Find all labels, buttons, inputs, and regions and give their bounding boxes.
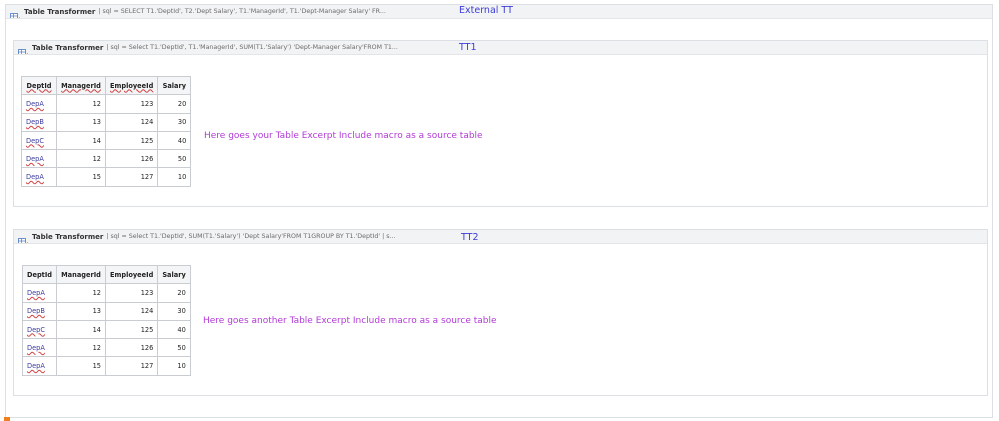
- table-cell[interactable]: DepA: [21, 167, 57, 187]
- macro-title: Table Transformer: [32, 232, 104, 241]
- table-cell: 20: [157, 94, 192, 114]
- table-cell: 50: [157, 149, 192, 169]
- table-cell: 12: [56, 94, 106, 114]
- macro-body: DeptId ManagerId EmployeeId Salary DepA …: [14, 55, 987, 206]
- table-cell: 124: [104, 112, 159, 132]
- table-cell: 10: [157, 167, 192, 187]
- table-cell: 15: [56, 167, 106, 187]
- table-cell: 10: [157, 356, 191, 376]
- macro-parameters: | sql = Select T1.'DeptId', T1.'ManagerI…: [106, 44, 398, 51]
- macro-body: DeptId ManagerId EmployeeId Salary DepA …: [14, 244, 987, 395]
- table-row: DepA 15 127 10: [22, 356, 191, 376]
- table-row: DepA 12 126 50: [21, 149, 192, 169]
- table-row: DepC 14 125 40: [22, 319, 191, 340]
- table-row: DepA 12 123 20: [22, 283, 191, 303]
- table-cell: 123: [104, 94, 159, 114]
- column-header: Salary: [157, 75, 192, 96]
- table-cell: 13: [56, 301, 106, 321]
- table-row: DepA 12 123 20: [21, 94, 192, 114]
- table-cell: 12: [56, 283, 106, 303]
- external-table-transformer-macro[interactable]: Table Transformer | sql = SELECT T1.'Dep…: [5, 4, 993, 418]
- table-cell[interactable]: DepA: [22, 338, 57, 358]
- table-row: DepB 13 124 30: [22, 301, 191, 321]
- table-transformer-icon: [18, 232, 29, 243]
- source-table-placeholder: Here goes your Table Excerpt Include mac…: [204, 131, 483, 141]
- macro-title: Table Transformer: [32, 43, 104, 52]
- column-header: ManagerId: [56, 75, 106, 96]
- table-cell: 40: [157, 130, 192, 151]
- table-cell: 123: [104, 283, 159, 303]
- macro-title: Table Transformer: [24, 7, 96, 16]
- table-cell[interactable]: DepA: [21, 149, 57, 169]
- table-cell[interactable]: DepC: [21, 130, 57, 151]
- table-cell: 15: [56, 356, 106, 376]
- table-cell: 126: [104, 149, 159, 169]
- table-cell: 125: [104, 130, 159, 151]
- table-cell: 127: [104, 356, 159, 376]
- column-header: DeptId: [21, 75, 57, 96]
- table-row: DepC 14 125 40: [21, 130, 192, 151]
- table-cell: 126: [104, 338, 159, 358]
- table-cell: 14: [56, 130, 106, 151]
- source-table: DeptId ManagerId EmployeeId Salary DepA …: [21, 75, 192, 187]
- table-cell: 30: [157, 112, 192, 132]
- table-cell[interactable]: DepA: [22, 283, 57, 303]
- table-cell[interactable]: DepB: [22, 301, 57, 321]
- table-cell: 13: [56, 112, 106, 132]
- table-transformer-icon: [10, 7, 21, 18]
- macro-header[interactable]: Table Transformer | sql = Select T1.'Dep…: [14, 230, 987, 244]
- macro-label: TT1: [459, 42, 477, 53]
- table-cell: 125: [104, 319, 159, 340]
- table-transformer-icon: [18, 43, 29, 54]
- source-table: DeptId ManagerId EmployeeId Salary DepA …: [22, 264, 191, 376]
- macro-parameters: | sql = SELECT T1.'DeptId', T2.'Dept Sal…: [98, 8, 386, 15]
- column-header: EmployeeId: [104, 75, 159, 96]
- table-cell: 30: [157, 301, 191, 321]
- table-cell[interactable]: DepB: [21, 112, 57, 132]
- table-cell[interactable]: DepC: [22, 319, 57, 340]
- macro-label: External TT: [459, 5, 513, 16]
- tt1-table-transformer-macro[interactable]: Table Transformer | sql = Select T1.'Dep…: [13, 40, 988, 207]
- column-header: EmployeeId: [104, 264, 159, 285]
- table-cell: 12: [56, 338, 106, 358]
- macro-header[interactable]: Table Transformer | sql = Select T1.'Dep…: [14, 41, 987, 55]
- table-cell: 20: [157, 283, 191, 303]
- table-cell: 12: [56, 149, 106, 169]
- page-edge-marker: [4, 417, 10, 421]
- source-table-placeholder: Here goes another Table Excerpt Include …: [203, 316, 497, 326]
- table-row: DepB 13 124 30: [21, 112, 192, 132]
- macro-label: TT2: [461, 232, 479, 243]
- column-header: ManagerId: [56, 264, 106, 285]
- column-header: DeptId: [22, 264, 57, 285]
- column-header: Salary: [157, 264, 191, 285]
- table-header-row: DeptId ManagerId EmployeeId Salary: [22, 264, 191, 285]
- table-cell: 127: [104, 167, 159, 187]
- table-cell[interactable]: DepA: [21, 94, 57, 114]
- table-cell: 40: [157, 319, 191, 340]
- table-cell: 124: [104, 301, 159, 321]
- table-cell: 14: [56, 319, 106, 340]
- table-row: DepA 15 127 10: [21, 167, 192, 187]
- table-cell: 50: [157, 338, 191, 358]
- table-row: DepA 12 126 50: [22, 338, 191, 358]
- tt2-table-transformer-macro[interactable]: Table Transformer | sql = Select T1.'Dep…: [13, 229, 988, 396]
- macro-parameters: | sql = Select T1.'DeptId', SUM(T1.'Sala…: [106, 233, 396, 240]
- table-cell[interactable]: DepA: [22, 356, 57, 376]
- table-header-row: DeptId ManagerId EmployeeId Salary: [21, 75, 192, 96]
